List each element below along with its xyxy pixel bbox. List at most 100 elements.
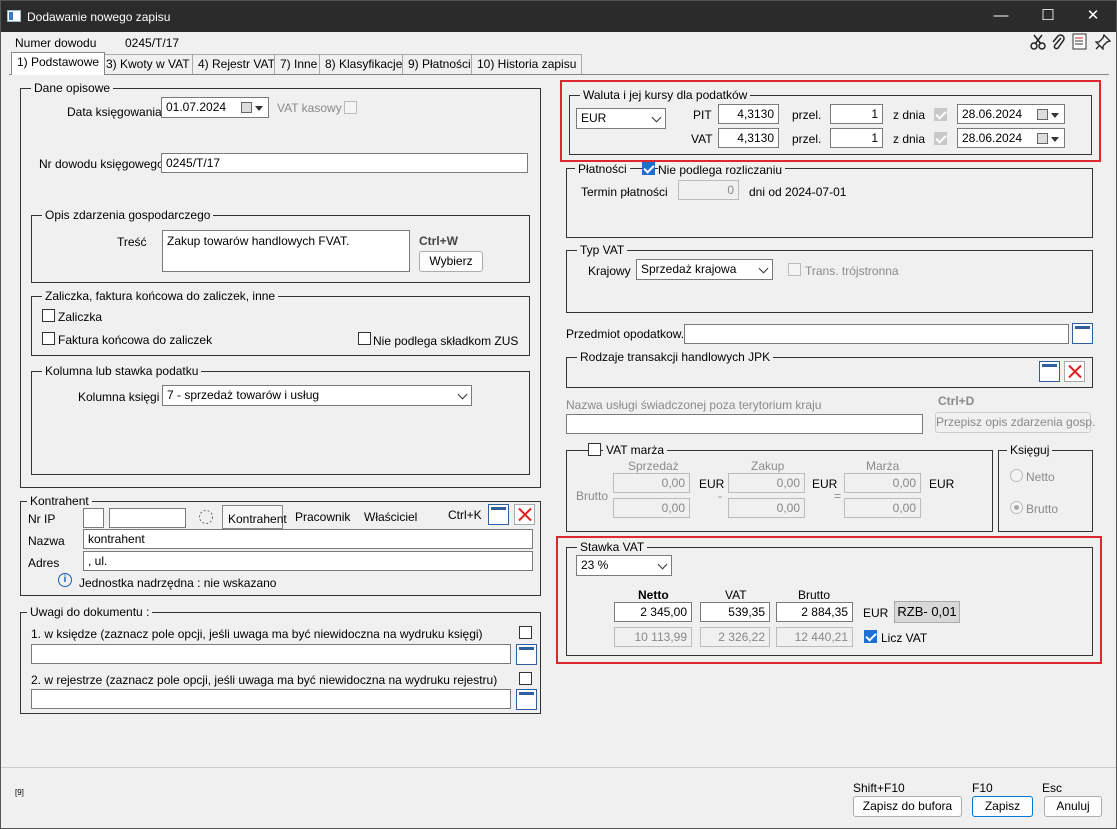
dni-od-text: dni od 2024-07-01 (749, 185, 847, 199)
vat-kasowy-checkbox[interactable] (344, 101, 357, 114)
tresc-label: Treść (117, 235, 147, 249)
krajowy-label: Krajowy (588, 264, 631, 278)
nie-podlega-rozliczaniu-checkbox[interactable] (642, 162, 655, 175)
minimize-button[interactable]: — (978, 1, 1024, 32)
wlasciciel-tab[interactable]: Właściciel (364, 510, 417, 524)
jpk-title: Rodzaje transakcji handlowych JPK (577, 350, 774, 364)
brutto-radio[interactable] (1010, 501, 1023, 514)
tab-historia-zapisu[interactable]: 10) Historia zapisu (471, 54, 583, 74)
scissors-icon[interactable] (1030, 34, 1046, 50)
data-ksiegowania-label: Data księgowania (67, 105, 162, 119)
adres-label: Adres (28, 556, 60, 570)
delete-x-icon[interactable] (1064, 361, 1085, 382)
opis-zdarzenia-title: Opis zdarzenia gospodarczego (42, 208, 214, 222)
window-list-icon[interactable] (516, 689, 537, 710)
netto-radio[interactable] (1010, 469, 1023, 482)
przedmiot-input[interactable] (684, 324, 1069, 344)
dotted-circle-icon[interactable] (198, 509, 214, 525)
nazwa-uslugi-input[interactable] (566, 414, 923, 434)
uwaga-rejestr-checkbox[interactable] (519, 672, 532, 685)
zaliczka-checkbox[interactable] (42, 309, 55, 322)
termin-platnosci-label: Termin płatności (581, 185, 668, 199)
zaliczka-label: Zaliczka (58, 310, 103, 324)
nr-ip-code-input[interactable] (109, 508, 186, 528)
ctrl-d-shortcut: Ctrl+D (938, 394, 975, 408)
kontrahent-title: Kontrahent (27, 494, 92, 508)
vat-marza-checkbox[interactable] (588, 443, 601, 456)
window-list-icon[interactable] (1039, 361, 1060, 382)
zapisz-do-bufora-button[interactable]: Zapisz do bufora (853, 796, 962, 817)
faktura-koncowa-checkbox[interactable] (42, 332, 55, 345)
window-list-icon[interactable] (488, 504, 509, 525)
nr-dowodu-input[interactable]: 0245/T/17 (161, 153, 528, 173)
nazwa-input[interactable]: kontrahent (83, 529, 533, 549)
nr-ip-input[interactable] (83, 508, 104, 528)
doc-number-value: 0245/T/17 (125, 36, 180, 50)
zakup-input-2[interactable]: 0,00 (728, 498, 805, 518)
jednostka-nadrzedna-text: Jednostka nadrzędna : nie wskazano (79, 576, 277, 590)
kolumna-ksiegi-label: Kolumna księgi (78, 390, 160, 404)
nie-podlega-zus-checkbox[interactable] (358, 332, 371, 345)
uwaga-ksiega-input[interactable] (31, 644, 511, 664)
paperclip-icon[interactable] (1051, 34, 1065, 50)
chevron-down-icon[interactable] (255, 106, 263, 111)
brutto-row-label: Brutto (576, 489, 609, 503)
tab-inne[interactable]: 7) Inne (274, 54, 324, 74)
equals-sign: = (834, 489, 842, 503)
trans-trojstronna-label: Trans. trójstronna (805, 264, 899, 278)
tab-platnosci[interactable]: 9) Płatności (402, 54, 477, 74)
nie-podlega-zus-label: Nie podlega składkom ZUS (373, 334, 519, 348)
uwaga-ksiega-checkbox[interactable] (519, 626, 532, 639)
pin-icon[interactable] (1095, 34, 1111, 50)
anuluj-button[interactable]: Anuluj (1044, 796, 1102, 817)
calendar-icon[interactable] (241, 102, 252, 113)
delete-x-icon[interactable] (514, 504, 535, 525)
platnosci-group (566, 168, 1093, 238)
marza-input-1[interactable]: 0,00 (844, 473, 921, 493)
tab-kwoty-w-vat[interactable]: 3) Kwoty w VAT (100, 54, 196, 74)
close-button[interactable]: ✕ (1070, 1, 1116, 32)
vat-kasowy-label: VAT kasowy (277, 101, 342, 115)
wybierz-button[interactable]: Wybierz (419, 251, 483, 272)
maximize-button[interactable]: ☐ (1025, 1, 1071, 32)
window-list-icon[interactable] (516, 644, 537, 665)
tresc-textarea[interactable]: Zakup towarów handlowych FVAT. (162, 230, 410, 272)
sprzedaz-header: Sprzedaż (628, 459, 679, 473)
typ-vat-select[interactable]: Sprzedaż krajowa (636, 259, 773, 280)
esc-shortcut: Esc (1042, 781, 1063, 795)
brutto-radio-label: Brutto (1026, 502, 1059, 516)
pracownik-tab[interactable]: Pracownik (295, 510, 350, 524)
uwaga-ksiega-label: 1. w księdze (zaznacz pole opcji, jeśli … (31, 627, 483, 641)
trans-trojstronna-checkbox[interactable] (788, 263, 801, 276)
sprzedaz-input-2[interactable]: 0,00 (613, 498, 690, 518)
footer-divider (1, 767, 1116, 768)
przepisz-opis-button[interactable]: Przepisz opis zdarzenia gosp. (935, 412, 1095, 433)
zapisz-button[interactable]: Zapisz (972, 796, 1033, 817)
tab-rejestr-vat[interactable]: 4) Rejestr VAT (192, 54, 281, 74)
marza-input-2[interactable]: 0,00 (844, 498, 921, 518)
przedmiot-label: Przedmiot opodatkow. (566, 327, 685, 341)
termin-platnosci-input[interactable]: 0 (678, 180, 739, 200)
title-bar[interactable]: Dodawanie nowego zapisu — ☐ ✕ (1, 1, 1116, 32)
tab-podstawowe[interactable]: 1) Podstawowe (11, 52, 106, 75)
adres-input[interactable]: , ul. (83, 551, 533, 571)
zakup-input-1[interactable]: 0,00 (728, 473, 805, 493)
chevron-down-icon (457, 389, 468, 400)
uwagi-title: Uwagi do dokumentu : (27, 605, 153, 619)
app-icon (7, 10, 21, 22)
kolumna-ksiegi-select[interactable]: 7 - sprzedaż towarów i usług (162, 385, 472, 406)
marza-header: Marża (866, 459, 900, 473)
uwaga-rejestr-input[interactable] (31, 689, 511, 709)
window-list-icon[interactable] (1072, 323, 1093, 344)
ksieguj-title: Księguj (1007, 443, 1053, 457)
faktura-koncowa-label: Faktura końcowa do zaliczek (58, 333, 213, 347)
zaliczka-title: Zaliczka, faktura końcowa do zaliczek, i… (42, 289, 279, 303)
data-ksiegowania-input[interactable]: 01.07.2024 (161, 97, 269, 118)
info-icon: i (58, 573, 72, 587)
tab-klasyfikacje[interactable]: 8) Klasyfikacje (319, 54, 409, 74)
sprzedaz-input-1[interactable]: 0,00 (613, 473, 690, 493)
typ-vat-title: Typ VAT (577, 243, 628, 257)
kontrahent-tab[interactable]: Kontrahent (228, 512, 287, 526)
marza-currency: EUR (929, 477, 955, 491)
document-icon[interactable] (1072, 33, 1088, 51)
